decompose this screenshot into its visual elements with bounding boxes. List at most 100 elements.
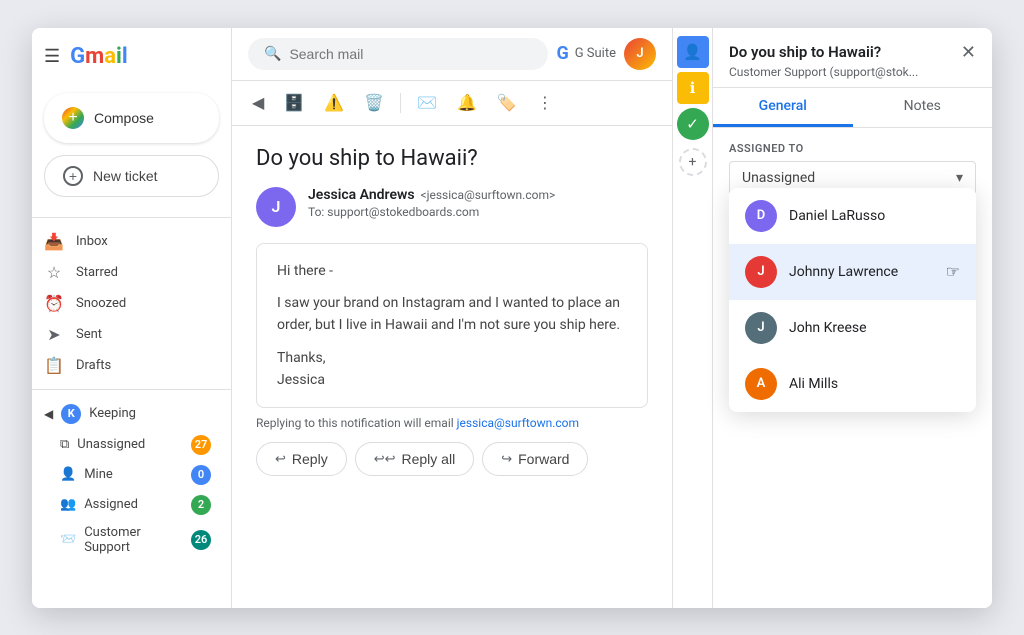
agent-item-johnny[interactable]: J Johnny Lawrence ☞ (729, 244, 976, 300)
assigned-label: Assigned (84, 497, 183, 512)
side-icon-check[interactable]: ✓ (677, 108, 709, 140)
snooze-button[interactable]: 🔔 (453, 89, 481, 117)
side-icon-bar: 👤 ℹ ✓ + (672, 28, 712, 608)
keeping-section: ◀ K Keeping ⧉ Unassigned 27 👤 Mine 0 👥 A… (32, 398, 231, 560)
search-icon: 🔍 (264, 46, 281, 62)
gmail-logo: Gmail (70, 44, 128, 69)
more-button[interactable]: ⋮ (533, 89, 557, 117)
gsuite-badge: G G Suite (556, 43, 616, 64)
forward-button[interactable]: ↪ Forward (482, 442, 588, 476)
user-avatar[interactable]: J (624, 38, 656, 70)
sidebar-item-unassigned[interactable]: ⧉ Unassigned 27 (32, 430, 223, 460)
keeping-label: Keeping (89, 406, 136, 421)
reply-label: Reply (292, 451, 328, 467)
spam-button[interactable]: ⚠️ (320, 89, 348, 117)
search-bar[interactable]: 🔍 (248, 38, 548, 70)
notification-email-link[interactable]: jessica@surftown.com (457, 416, 579, 430)
keeping-divider (32, 389, 231, 390)
assigned-to-label: ASSIGNED TO (729, 142, 976, 155)
layers-icon: ⧉ (60, 437, 69, 452)
agent-name-johnny: Johnny Lawrence (789, 264, 898, 280)
panel-tabs: General Notes (713, 88, 992, 128)
email-notification: Replying to this notification will email… (256, 416, 648, 430)
mark-read-button[interactable]: ✉️ (413, 89, 441, 117)
drafts-icon: 📋 (44, 356, 64, 375)
sent-icon: ➤ (44, 325, 64, 344)
agent-avatar-john: J (745, 312, 777, 344)
agent-avatar-johnny: J (745, 256, 777, 288)
gsuite-g-icon: G (556, 43, 568, 64)
email-sender-info: J Jessica Andrews <jessica@surftown.com>… (256, 187, 648, 227)
main-content: 🔍 G G Suite J ◀ 🗄️ ⚠️ 🗑️ ✉️ 🔔 🏷️ ⋮ Do yo… (232, 28, 672, 608)
chevron-left-icon: ◀ (44, 407, 53, 421)
side-icon-person[interactable]: 👤 (677, 36, 709, 68)
agent-avatar-ali: A (745, 368, 777, 400)
new-ticket-button[interactable]: + New ticket (44, 155, 219, 197)
agent-item-john[interactable]: J John Kreese (729, 300, 976, 356)
email-view: Do you ship to Hawaii? J Jessica Andrews… (232, 126, 672, 608)
panel-header: Do you ship to Hawaii? ✕ Customer Suppor… (713, 28, 992, 88)
back-button[interactable]: ◀ (248, 89, 268, 117)
hamburger-icon[interactable]: ☰ (44, 46, 60, 67)
gsuite-label: G Suite (575, 46, 616, 61)
sidebar-item-mine[interactable]: 👤 Mine 0 (32, 460, 223, 490)
unassigned-label: Unassigned (77, 437, 183, 452)
sidebar-item-snoozed[interactable]: ⏰ Snoozed (32, 288, 223, 319)
delete-button[interactable]: 🗑️ (360, 89, 388, 117)
agent-item-ali[interactable]: A Ali Mills (729, 356, 976, 412)
sent-label: Sent (76, 327, 211, 342)
panel-title-text: Do you ship to Hawaii? (729, 43, 881, 61)
agent-name-john: John Kreese (789, 320, 867, 336)
tab-notes[interactable]: Notes (853, 88, 993, 127)
sidebar-item-inbox[interactable]: 📥 Inbox (32, 226, 223, 257)
customer-support-label: Customer Support (84, 525, 183, 555)
search-input[interactable] (289, 46, 532, 62)
panel-close-button[interactable]: ✕ (961, 42, 976, 63)
keeping-k-icon: K (61, 404, 81, 424)
unassigned-badge: 27 (191, 435, 211, 455)
reply-actions: ↩ Reply ↩↩ Reply all ↪ Forward (256, 442, 648, 476)
sidebar-item-drafts[interactable]: 📋 Drafts (32, 350, 223, 381)
mine-label: Mine (84, 467, 183, 482)
label-button[interactable]: 🏷️ (493, 89, 521, 117)
agent-item-daniel[interactable]: D Daniel LaRusso (729, 188, 976, 244)
top-toolbar: 🔍 G G Suite J (232, 28, 672, 81)
app-window: ☰ Gmail + Compose + New ticket 📥 Inbox ☆… (32, 28, 992, 608)
person-icon: 👤 (60, 467, 76, 482)
side-icon-plus[interactable]: + (679, 148, 707, 176)
inbox-label: Inbox (76, 234, 211, 249)
reply-arrow-icon: ↩ (275, 451, 286, 467)
right-panel: Do you ship to Hawaii? ✕ Customer Suppor… (712, 28, 992, 608)
cursor-icon: ☞ (946, 262, 960, 281)
compose-label: Compose (94, 110, 154, 126)
tab-general[interactable]: General (713, 88, 853, 127)
drafts-label: Drafts (76, 358, 211, 373)
reply-button[interactable]: ↩ Reply (256, 442, 347, 476)
sidebar-item-assigned[interactable]: 👥 Assigned 2 (32, 490, 223, 520)
keeping-header[interactable]: ◀ K Keeping (32, 398, 231, 430)
new-ticket-icon: + (63, 166, 83, 186)
email-subject: Do you ship to Hawaii? (256, 146, 648, 171)
sidebar-divider (32, 217, 231, 218)
side-icon-info[interactable]: ℹ (677, 72, 709, 104)
compose-plus-icon: + (62, 107, 84, 129)
compose-button[interactable]: + Compose (44, 93, 219, 143)
new-ticket-label: New ticket (93, 168, 158, 184)
archive-button[interactable]: 🗄️ (280, 89, 308, 117)
agent-name-daniel: Daniel LaRusso (789, 208, 885, 224)
starred-label: Starred (76, 265, 211, 280)
sender-email: <jessica@surftown.com> (421, 188, 556, 202)
sender-info: Jessica Andrews <jessica@surftown.com> T… (308, 187, 648, 219)
sidebar-item-starred[interactable]: ☆ Starred (32, 257, 223, 288)
agent-dropdown: D Daniel LaRusso J Johnny Lawrence ☞ J J… (729, 188, 976, 412)
agent-avatar-daniel: D (745, 200, 777, 232)
sidebar-item-sent[interactable]: ➤ Sent (32, 319, 223, 350)
assigned-badge: 2 (191, 495, 211, 515)
body-line1: Hi there - (277, 260, 627, 282)
sidebar-item-customer-support[interactable]: 📨 Customer Support 26 (32, 520, 223, 560)
inbox-sub-icon: 📨 (60, 532, 76, 547)
mine-badge: 0 (191, 465, 211, 485)
reply-all-button[interactable]: ↩↩ Reply all (355, 442, 475, 476)
reply-all-label: Reply all (402, 451, 456, 467)
inbox-icon: 📥 (44, 232, 64, 251)
